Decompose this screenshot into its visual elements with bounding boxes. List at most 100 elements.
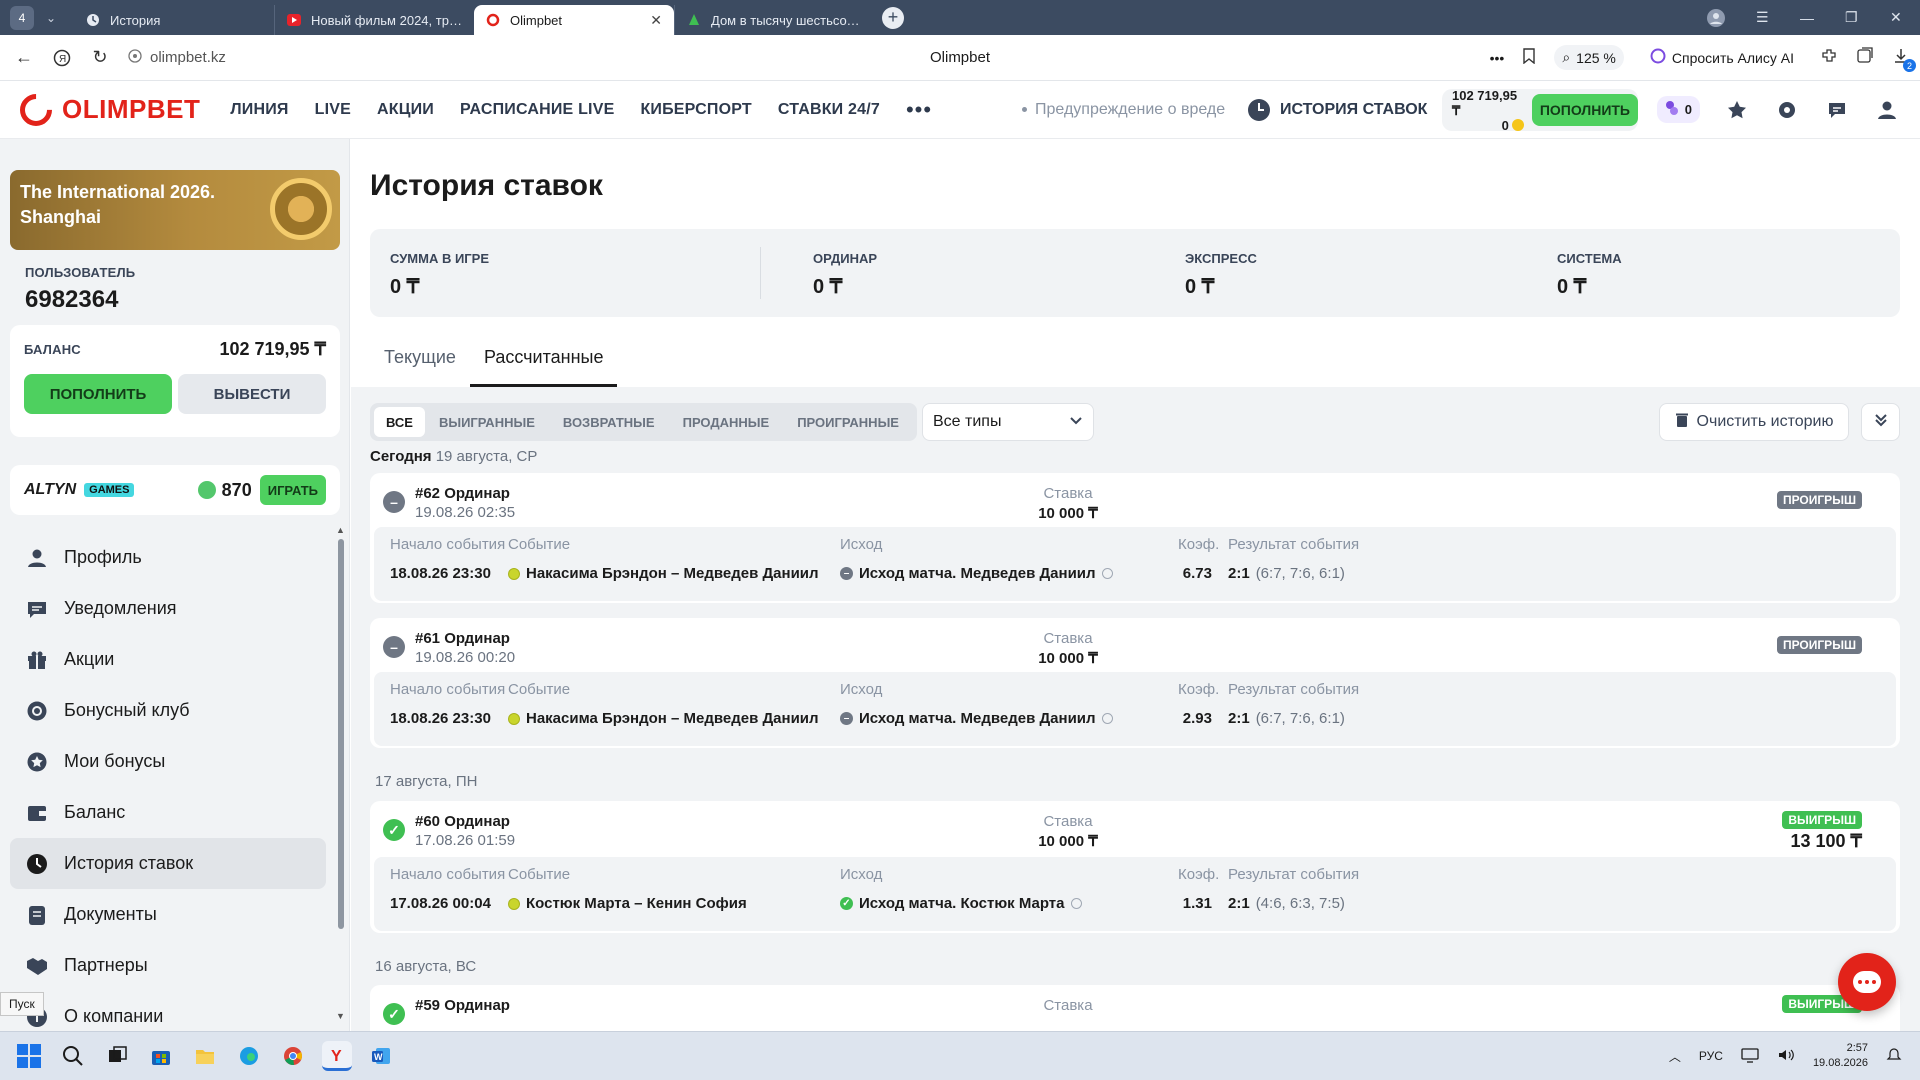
- cashback-widget[interactable]: 0: [1656, 96, 1700, 123]
- topup-button[interactable]: ПОПОЛНИТЬ: [24, 374, 172, 414]
- tabs-menu-chevron-icon[interactable]: ⌄: [40, 7, 62, 29]
- menu-notifications[interactable]: Уведомления: [10, 583, 326, 634]
- clear-history-button[interactable]: Очистить историю: [1659, 403, 1849, 441]
- header-topup-button[interactable]: ПОПОЛНИТЬ: [1531, 94, 1638, 126]
- address-bar: ← Я ↻ olimpbet.kz Olimpbet ••• ⌕ 125 % С…: [0, 35, 1920, 81]
- site-info-icon[interactable]: [128, 48, 142, 67]
- support-chat-button[interactable]: [1838, 953, 1896, 1011]
- filter-lost[interactable]: ПРОИГРАННЫЕ: [783, 407, 913, 437]
- nav-live-schedule[interactable]: РАСПИСАНИЕ LIVE: [460, 101, 614, 119]
- task-view-icon[interactable]: [102, 1041, 132, 1071]
- tab-house[interactable]: Дом в тысячу шестьсот э: [674, 5, 874, 35]
- browser-menu-icon[interactable]: ☰: [1756, 0, 1769, 35]
- word-icon[interactable]: W: [366, 1041, 396, 1071]
- tab-history[interactable]: История: [74, 5, 274, 35]
- filter-returned[interactable]: ВОЗВРАТНЫЕ: [549, 407, 669, 437]
- favorites-star-icon[interactable]: [1724, 97, 1750, 123]
- menu-profile[interactable]: Профиль: [10, 532, 326, 583]
- bet-history-label: ИСТОРИЯ СТАВОК: [1280, 100, 1428, 118]
- downloads-icon[interactable]: 2: [1892, 47, 1916, 72]
- withdraw-button[interactable]: ВЫВЕСТИ: [178, 374, 326, 414]
- bet-number: #62 Ординар: [415, 485, 510, 502]
- bookmark-icon[interactable]: [1522, 48, 1536, 67]
- tab-counter[interactable]: 4: [10, 5, 34, 30]
- menu-partners[interactable]: Партнеры: [10, 940, 326, 991]
- edge-browser-icon[interactable]: [234, 1041, 264, 1071]
- event-name[interactable]: Накасима Брэндон – Медведев Даниил: [508, 710, 819, 727]
- menu-balance[interactable]: Баланс: [10, 787, 326, 838]
- promo-banner[interactable]: The International 2026. Shanghai: [10, 170, 340, 250]
- close-window-icon[interactable]: ✕: [1890, 0, 1902, 35]
- menu-my-bonuses[interactable]: Мои бонусы: [10, 736, 326, 787]
- bet-card[interactable]: ✓ #59 Ординар Ставка ВЫИГРЫШ: [370, 985, 1900, 1031]
- user-profile-icon[interactable]: [1874, 97, 1900, 123]
- scroll-up-icon[interactable]: ▲: [336, 525, 345, 535]
- play-button[interactable]: ИГРАТЬ: [259, 475, 326, 505]
- system-clock[interactable]: 2:57 19.08.2026: [1813, 1041, 1868, 1071]
- tray-chevron-up-icon[interactable]: ︿: [1669, 1048, 1681, 1065]
- volume-icon[interactable]: [1777, 1047, 1795, 1066]
- bet-card[interactable]: – #61 Ординар 19.08.26 00:20 Ставка 10 0…: [370, 618, 1900, 748]
- store-icon[interactable]: [146, 1041, 176, 1071]
- restore-icon[interactable]: ❐: [1845, 0, 1858, 35]
- bet-history-link[interactable]: ИСТОРИЯ СТАВОК: [1248, 98, 1428, 121]
- collections-icon[interactable]: [1856, 47, 1874, 68]
- outcome-lost-icon: –: [840, 567, 853, 580]
- back-arrow-icon[interactable]: ←: [10, 44, 38, 72]
- reload-icon[interactable]: ↻: [86, 44, 114, 72]
- nav-live[interactable]: LIVE: [315, 101, 351, 119]
- menu-label: Мои бонусы: [64, 751, 166, 771]
- yandex-id-icon[interactable]: Я: [48, 44, 76, 72]
- menu-bet-history[interactable]: История ставок: [10, 838, 326, 889]
- minimize-icon[interactable]: —: [1800, 0, 1814, 35]
- windows-start-icon[interactable]: [14, 1041, 44, 1071]
- chat-icon[interactable]: [1824, 97, 1850, 123]
- olimpbet-logo[interactable]: OLIMPBET: [13, 86, 201, 133]
- network-icon[interactable]: [1741, 1047, 1759, 1066]
- tab-current[interactable]: Текущие: [370, 337, 470, 387]
- new-tab-plus-icon[interactable]: +: [882, 6, 904, 29]
- ask-alice-button[interactable]: Спросить Алису AI: [1642, 44, 1802, 71]
- nav-promotions[interactable]: АКЦИИ: [377, 101, 434, 119]
- tab-settled[interactable]: Рассчитанные: [469, 337, 618, 387]
- sidebar-scroll-thumb[interactable]: [338, 539, 344, 929]
- event-name[interactable]: Костюк Марта – Кенин София: [508, 895, 747, 912]
- stat-value: 0 ₸: [813, 276, 843, 298]
- bet-card[interactable]: ✓ #60 Ординар 17.08.26 01:59 Ставка 10 0…: [370, 801, 1900, 933]
- file-explorer-icon[interactable]: [190, 1041, 220, 1071]
- sidebar-scrollbar[interactable]: ▲ ▼: [336, 525, 345, 1021]
- yandex-browser-icon[interactable]: Y: [322, 1041, 352, 1071]
- scroll-down-icon[interactable]: ▼: [336, 1011, 345, 1021]
- event-name[interactable]: Накасима Брэндон – Медведев Даниил: [508, 565, 819, 582]
- tab-video[interactable]: Новый фильм 2024, трил: [274, 5, 474, 35]
- nav-more-icon[interactable]: •••: [906, 97, 932, 123]
- more-options-icon[interactable]: •••: [1490, 50, 1505, 66]
- harm-warning-label: Предупреждение о вреде: [1035, 100, 1226, 118]
- bet-card[interactable]: – #62 Ординар 19.08.26 02:35 Ставка 10 0…: [370, 473, 1900, 603]
- menu-bonus-club[interactable]: Бонусный клуб: [10, 685, 326, 736]
- settings-gear-icon[interactable]: [1774, 97, 1800, 123]
- harm-warning-link[interactable]: Предупреждение о вреде: [1022, 101, 1225, 119]
- extensions-puzzle-icon[interactable]: [1820, 47, 1838, 68]
- tab-olimpbet[interactable]: Olimpbet ✕: [474, 5, 674, 35]
- url-field[interactable]: olimpbet.kz: [128, 48, 226, 67]
- nav-esports[interactable]: КИБЕРСПОРТ: [640, 101, 751, 119]
- bet-type-select[interactable]: Все типы: [922, 403, 1094, 441]
- profile-avatar-icon[interactable]: [1706, 0, 1726, 35]
- menu-documents[interactable]: Документы: [10, 889, 326, 940]
- filter-sold[interactable]: ПРОДАННЫЕ: [669, 407, 784, 437]
- language-indicator[interactable]: РУС: [1699, 1049, 1723, 1063]
- nav-line[interactable]: ЛИНИЯ: [230, 101, 288, 119]
- close-tab-icon[interactable]: ✕: [650, 12, 662, 29]
- logo-text: OLIMPBET: [62, 94, 201, 124]
- menu-about[interactable]: О компании: [10, 991, 326, 1031]
- collapse-all-button[interactable]: [1861, 403, 1900, 441]
- filter-won[interactable]: ВЫИГРАННЫЕ: [425, 407, 549, 437]
- zoom-indicator[interactable]: ⌕ 125 %: [1554, 45, 1624, 70]
- filter-all[interactable]: ВСЕ: [374, 407, 425, 437]
- nav-bets-24-7[interactable]: СТАВКИ 24/7: [778, 101, 880, 119]
- search-icon[interactable]: [58, 1041, 88, 1071]
- menu-promotions[interactable]: Акции: [10, 634, 326, 685]
- chrome-icon[interactable]: [278, 1041, 308, 1071]
- notifications-bell-icon[interactable]: [1886, 1047, 1902, 1066]
